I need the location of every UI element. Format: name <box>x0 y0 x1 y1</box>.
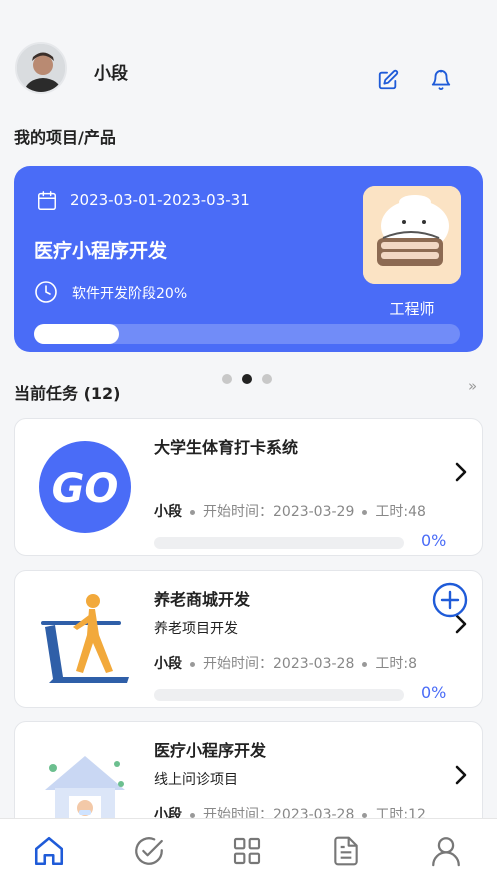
carousel-dots <box>222 374 272 384</box>
svg-text:GO: GO <box>52 466 119 512</box>
project-role: 工程师 <box>389 300 435 318</box>
projects-section-title: 我的项目/产品 <box>14 128 116 147</box>
project-thumbnail <box>363 186 461 284</box>
calendar-icon <box>36 190 58 216</box>
task-subtitle: 线上问诊项目 <box>154 772 238 788</box>
task-title: 大学生体育打卡系统 <box>154 438 299 457</box>
edit-icon[interactable] <box>375 67 401 93</box>
project-title: 医疗小程序开发 <box>34 240 168 262</box>
task-meta: 小段 开始时间：2023-03-29 工时:48 <box>154 501 426 521</box>
task-subtitle: 养老项目开发 <box>154 621 238 637</box>
check-icon[interactable] <box>131 833 167 869</box>
more-tasks-arrow-icon[interactable]: » <box>468 377 477 395</box>
task-progress-bar <box>154 537 404 549</box>
task-start: 开始时间：2023-03-28 <box>203 656 355 672</box>
username: 小段 <box>94 64 128 84</box>
treadmill-illustration <box>33 587 137 691</box>
task-percent: 0% <box>421 683 447 702</box>
project-progress-fill <box>34 324 120 344</box>
task-hours: 工时:8 <box>375 656 417 672</box>
document-icon[interactable] <box>328 833 364 869</box>
bottom-tab-bar <box>0 818 497 883</box>
header: 小段 <box>0 0 497 110</box>
avatar[interactable] <box>15 42 67 94</box>
task-owner: 小段 <box>154 504 182 520</box>
task-progress-bar <box>154 689 404 701</box>
carousel-dot[interactable] <box>222 374 232 384</box>
project-stage: 软件开发阶段20% <box>72 286 188 302</box>
project-card[interactable]: 2023-03-01-2023-03-31 医疗小程序开发 软件开发阶段20% … <box>14 166 483 352</box>
project-progress-bar <box>34 324 460 344</box>
bell-icon[interactable] <box>428 67 454 93</box>
task-percent: 0% <box>421 531 447 550</box>
go-icon: GO <box>33 435 137 539</box>
add-circle-icon[interactable] <box>432 582 468 618</box>
user-icon[interactable] <box>428 833 464 869</box>
clock-icon <box>34 280 58 308</box>
task-title: 医疗小程序开发 <box>154 741 267 760</box>
home-icon[interactable] <box>31 833 67 869</box>
task-title: 养老商城开发 <box>154 590 251 609</box>
project-date-range: 2023-03-01-2023-03-31 <box>70 191 250 209</box>
task-card[interactable]: GO 大学生体育打卡系统 小段 开始时间：2023-03-29 工时:48 0% <box>14 418 483 556</box>
chevron-right-icon[interactable] <box>453 461 469 487</box>
chevron-right-icon[interactable] <box>453 764 469 790</box>
task-start: 开始时间：2023-03-29 <box>203 504 355 520</box>
task-owner: 小段 <box>154 656 182 672</box>
task-meta: 小段 开始时间：2023-03-28 工时:8 <box>154 653 417 673</box>
grid-icon[interactable] <box>229 833 265 869</box>
task-hours: 工时:48 <box>375 504 426 520</box>
carousel-dot[interactable] <box>262 374 272 384</box>
tasks-section-title: 当前任务 (12) <box>14 384 121 403</box>
carousel-dot[interactable] <box>242 374 252 384</box>
task-card[interactable]: 养老商城开发 养老项目开发 小段 开始时间：2023-03-28 工时:8 0% <box>14 570 483 708</box>
